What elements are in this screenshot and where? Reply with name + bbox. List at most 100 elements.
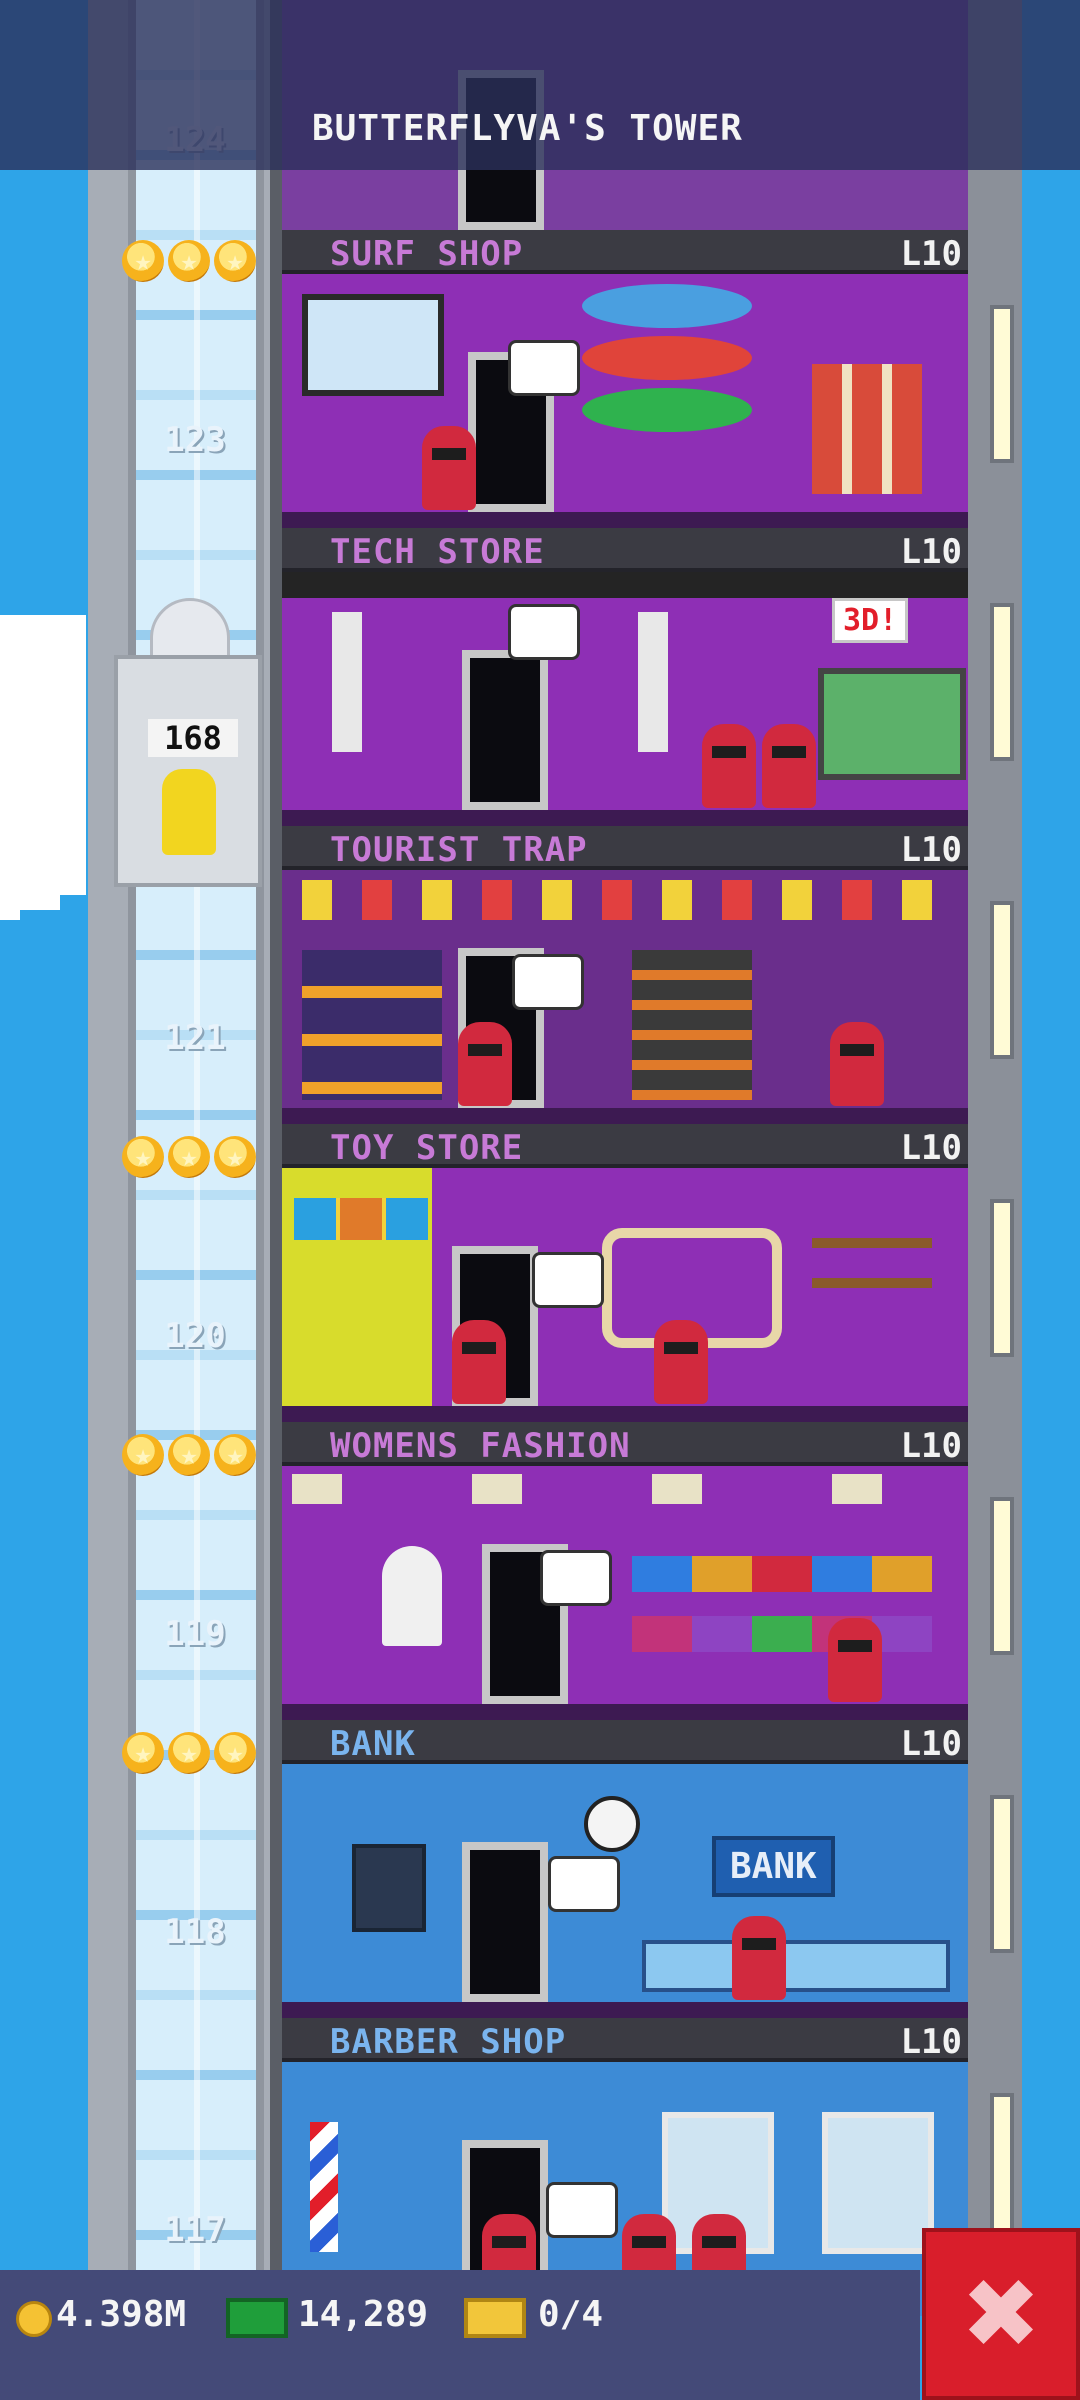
elevator-car[interactable]: 168	[114, 655, 262, 887]
barber-mirror	[822, 2112, 934, 2254]
bank-sign: BANK	[712, 1836, 835, 1897]
star-icon: ★	[168, 240, 210, 282]
floor-tourist-trap[interactable]: TOURIST TRAP L10	[282, 826, 968, 1124]
star-icon: ★	[122, 1136, 164, 1178]
golden-ticket-icon	[464, 2298, 526, 2338]
floor-name: BANK	[330, 1724, 416, 1764]
star-icon: ★	[122, 240, 164, 282]
floor-level: L10	[900, 1128, 962, 1168]
floor-tech-store[interactable]: 3D! TECH STORE L10	[282, 528, 968, 826]
bux-icon	[226, 2298, 288, 2338]
speech-bubble[interactable]	[512, 954, 584, 1010]
clothing-rack	[632, 1616, 932, 1652]
floor-name: TOY STORE	[330, 1128, 524, 1168]
bitizen-worker[interactable]	[828, 1618, 882, 1702]
floor-level: L10	[900, 1724, 962, 1764]
ceiling-lights	[282, 572, 968, 598]
bitizen-worker[interactable]	[422, 426, 476, 510]
store-door	[462, 650, 548, 810]
surfboard-display	[582, 336, 752, 380]
clock-icon	[584, 1796, 640, 1852]
window-light	[990, 901, 1014, 1059]
status-bar	[0, 2270, 920, 2400]
star-icon: ★	[214, 1136, 256, 1178]
bitizen-worker[interactable]	[762, 724, 816, 808]
star-rating: ★ ★ ★	[122, 1732, 256, 1774]
floor-level: L10	[900, 234, 962, 274]
souvenir-shelf	[302, 880, 942, 920]
elevator-rider	[162, 769, 216, 855]
star-rating: ★ ★ ★	[122, 240, 256, 282]
floor-level: L10	[900, 830, 962, 870]
floor-bank[interactable]: BANK BANK L10	[282, 1720, 968, 2018]
star-icon: ★	[214, 240, 256, 282]
star-icon: ★	[122, 1434, 164, 1476]
star-rating: ★ ★ ★	[122, 1136, 256, 1178]
window-light	[990, 1497, 1014, 1655]
surfboard-display	[582, 284, 752, 328]
floor-name: WOMENS FASHION	[330, 1426, 631, 1466]
floor-number: 121	[164, 1018, 226, 1058]
clothing-rack	[632, 1556, 932, 1592]
floor-number: 118	[164, 1912, 226, 1952]
tv-display	[818, 668, 966, 780]
teller-desk	[642, 1940, 950, 1992]
phone-display	[332, 612, 362, 752]
chart-poster	[352, 1844, 426, 1932]
bitizen-worker[interactable]	[452, 1320, 506, 1404]
bux-count[interactable]: 14,289	[298, 2294, 428, 2335]
surfboard-display	[582, 388, 752, 432]
star-icon: ★	[168, 1434, 210, 1476]
elevator-passenger-count: 168	[148, 719, 238, 757]
speech-bubble[interactable]	[546, 2182, 618, 2238]
surfboard-rack	[812, 364, 922, 494]
window-light	[990, 305, 1014, 463]
barber-pole	[310, 2122, 338, 2252]
souvenir-rack	[632, 950, 752, 1100]
floor-name: TECH STORE	[330, 532, 545, 572]
star-icon: ★	[214, 1434, 256, 1476]
coin-icon	[16, 2301, 52, 2337]
close-button[interactable]: ✖	[922, 2228, 1080, 2400]
floor-surf-shop[interactable]: SURF SHOP L10	[282, 230, 968, 528]
bitizen-worker[interactable]	[830, 1022, 884, 1106]
floor-number: 123	[164, 420, 226, 460]
bitizen-worker[interactable]	[732, 1916, 786, 2000]
wave-poster	[302, 294, 444, 396]
cloud	[0, 615, 86, 895]
3d-sign: 3D!	[832, 598, 909, 643]
tower-name: BUTTERFLYVA'S TOWER	[312, 108, 743, 149]
star-icon: ★	[214, 1732, 256, 1774]
window-light	[990, 1795, 1014, 1953]
bitizen-worker[interactable]	[702, 724, 756, 808]
floor-name: SURF SHOP	[330, 234, 524, 274]
cloud-edge	[0, 895, 20, 920]
mannequin	[382, 1546, 442, 1646]
bitizen-worker[interactable]	[458, 1022, 512, 1106]
star-icon: ★	[122, 1732, 164, 1774]
ceiling-lamps	[292, 1474, 952, 1504]
floor-level: L10	[900, 2022, 962, 2062]
speech-bubble[interactable]	[532, 1252, 604, 1308]
floor-name: BARBER SHOP	[330, 2022, 567, 2062]
bitizen-worker[interactable]	[654, 1320, 708, 1404]
window-light	[990, 603, 1014, 761]
speech-bubble[interactable]	[548, 1856, 620, 1912]
tickets-count[interactable]: 0/4	[538, 2294, 603, 2335]
coins-count[interactable]: 4.398M	[56, 2294, 186, 2335]
speech-bubble[interactable]	[508, 604, 580, 660]
speech-bubble[interactable]	[508, 340, 580, 396]
floor-level: L10	[900, 1426, 962, 1466]
hat-rack	[302, 950, 442, 1100]
floor-number: 120	[164, 1316, 226, 1356]
floor-womens-fashion[interactable]: WOMENS FASHION L10	[282, 1422, 968, 1720]
building-wall-left	[270, 0, 282, 2270]
floor-number: 117	[164, 2210, 226, 2250]
floor-name: TOURIST TRAP	[330, 830, 588, 870]
speech-bubble[interactable]	[540, 1550, 612, 1606]
floor-toy-store[interactable]: TOY STORE L10	[282, 1124, 968, 1422]
store-door	[462, 1842, 548, 2002]
star-rating: ★ ★ ★	[122, 1434, 256, 1476]
toy-shelf	[812, 1208, 932, 1298]
star-icon: ★	[168, 1732, 210, 1774]
